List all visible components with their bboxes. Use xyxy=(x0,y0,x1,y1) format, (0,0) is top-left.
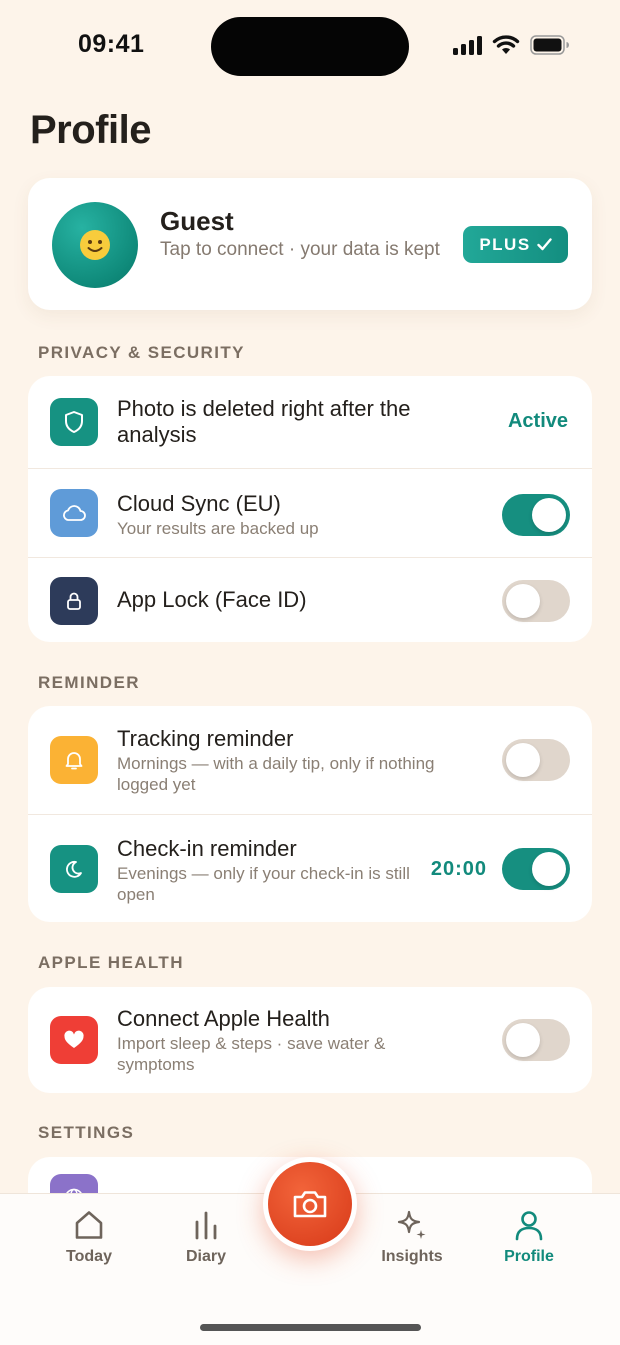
status-bar: 09:41 xyxy=(0,0,620,90)
house-icon xyxy=(75,1211,103,1239)
row-photo-deleted[interactable]: Photo is deleted right after the analysi… xyxy=(28,376,592,468)
home-indicator xyxy=(200,1324,421,1331)
row-title: Photo is deleted right after the analysi… xyxy=(117,396,411,447)
sparkle-icon xyxy=(397,1210,426,1239)
tab-label: Insights xyxy=(381,1248,443,1265)
section-header-settings: SETTINGS xyxy=(38,1123,135,1142)
row-subtitle: Mornings — with a daily tip, only if not… xyxy=(117,754,435,794)
plus-badge[interactable]: PLUS xyxy=(463,226,568,263)
row-subtitle: Your results are backed up xyxy=(117,519,319,538)
checkin-time[interactable]: 20:00 xyxy=(431,858,487,881)
apple-health-toggle[interactable] xyxy=(502,1019,570,1061)
row-title: Connect Apple Health xyxy=(117,1006,330,1031)
tab-today[interactable]: Today xyxy=(39,1208,139,1266)
tab-label: Diary xyxy=(185,1248,227,1265)
row-checkin-reminder[interactable]: Check-in reminder Evenings — only if you… xyxy=(28,814,592,922)
cloud-icon xyxy=(50,489,98,537)
row-title: Check-in reminder xyxy=(117,836,297,861)
tab-diary[interactable]: Diary xyxy=(156,1208,256,1266)
section-header-privacy: PRIVACY & SECURITY xyxy=(38,343,245,362)
shield-icon xyxy=(50,398,98,446)
tab-label: Profile xyxy=(504,1248,554,1265)
bell-icon xyxy=(50,736,98,784)
section-header-reminder: REMINDER xyxy=(38,673,140,692)
tab-profile[interactable]: Profile xyxy=(479,1208,579,1266)
camera-button-inner xyxy=(268,1162,352,1246)
section-header-apple-health: APPLE HEALTH xyxy=(38,953,184,972)
lock-icon xyxy=(50,577,98,625)
tab-insights[interactable]: Insights xyxy=(362,1208,462,1266)
battery-icon xyxy=(530,35,569,55)
moon-icon xyxy=(50,845,98,893)
app-lock-toggle[interactable] xyxy=(502,580,570,622)
cloud-sync-toggle[interactable] xyxy=(502,494,570,536)
profile-name: Guest xyxy=(160,206,234,236)
page-title: Profile xyxy=(30,108,151,152)
heart-icon xyxy=(50,1016,98,1064)
camera-icon xyxy=(293,1191,327,1218)
camera-button[interactable] xyxy=(263,1157,357,1251)
dynamic-island xyxy=(211,17,409,76)
privacy-card: Photo is deleted right after the analysi… xyxy=(28,376,592,642)
avatar xyxy=(52,202,138,288)
row-subtitle: Evenings — only if your check-in is stil… xyxy=(117,864,410,904)
signal-icon xyxy=(453,35,482,55)
tab-label: Today xyxy=(66,1248,112,1265)
row-title: Cloud Sync (EU) xyxy=(117,491,281,516)
person-icon xyxy=(515,1211,543,1241)
row-title: App Lock (Face ID) xyxy=(117,587,307,612)
row-app-lock[interactable]: App Lock (Face ID) xyxy=(28,557,592,642)
apple-health-card: Connect Apple Health Import sleep & step… xyxy=(28,987,592,1093)
row-connect-apple-health[interactable]: Connect Apple Health Import sleep & step… xyxy=(28,987,592,1093)
status-active-label: Active xyxy=(507,410,568,432)
row-cloud-sync[interactable]: Cloud Sync (EU) Your results are backed … xyxy=(28,468,592,557)
wifi-icon xyxy=(492,35,520,54)
row-title: Tracking reminder xyxy=(117,726,294,751)
status-icons xyxy=(453,34,570,55)
profile-subtitle: Tap to connect · your data is kept xyxy=(160,239,440,260)
row-subtitle: Import sleep & steps · save water & symp… xyxy=(117,1034,386,1074)
reminder-card: Tracking reminder Mornings — with a dail… xyxy=(28,706,592,922)
plus-badge-label: PLUS xyxy=(479,234,531,254)
bar-chart-icon xyxy=(195,1211,217,1240)
status-time: 09:41 xyxy=(78,30,145,58)
checkin-reminder-toggle[interactable] xyxy=(502,848,570,890)
checkmark-icon xyxy=(536,238,552,251)
profile-card[interactable]: Guest Tap to connect · your data is kept… xyxy=(28,178,592,310)
smiley-face-icon xyxy=(80,230,110,260)
tracking-reminder-toggle[interactable] xyxy=(502,739,570,781)
row-tracking-reminder[interactable]: Tracking reminder Mornings — with a dail… xyxy=(28,706,592,814)
